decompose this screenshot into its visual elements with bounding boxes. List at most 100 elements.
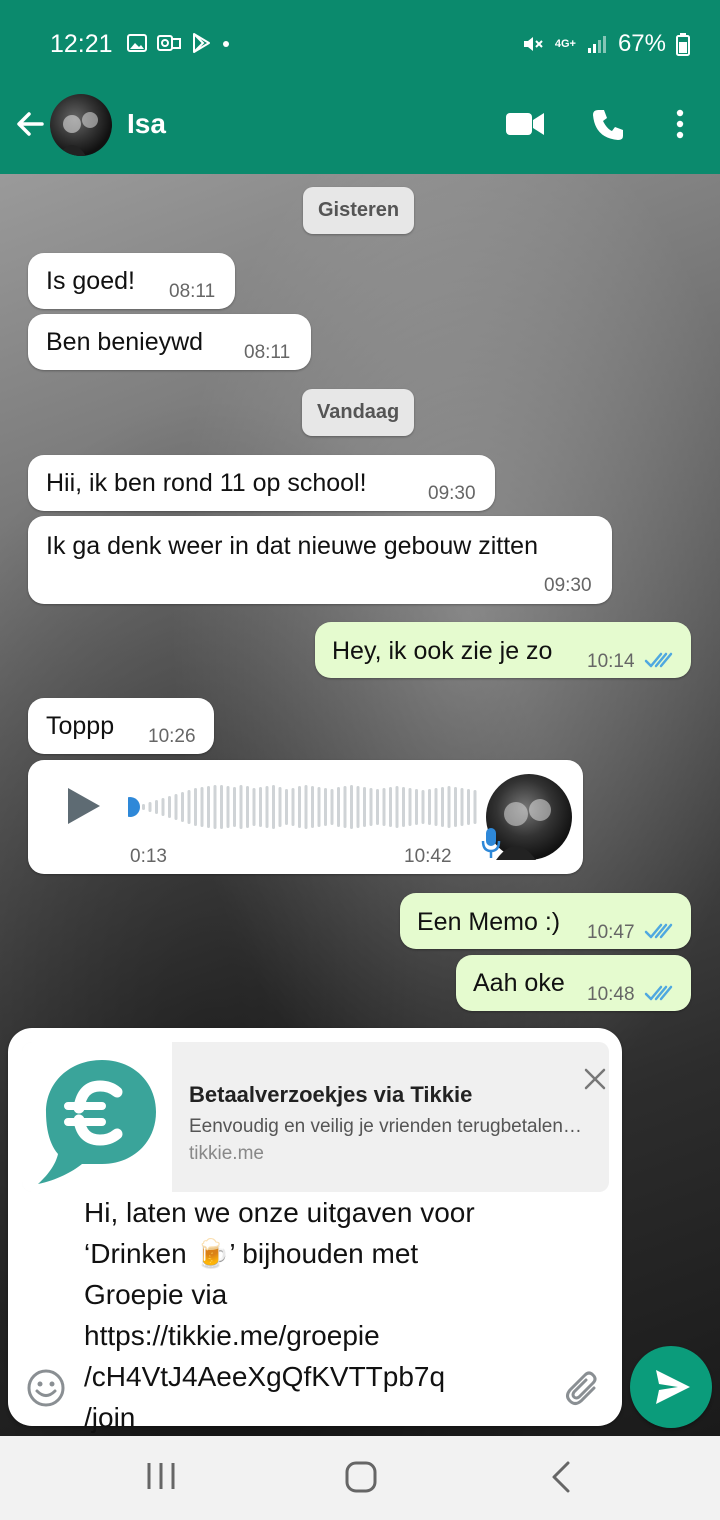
- status-time: 12:21: [50, 30, 113, 58]
- message-time: 10:47: [587, 922, 635, 943]
- tikkie-logo-icon: [38, 1060, 156, 1184]
- message-time: 10:14: [587, 651, 635, 672]
- link-preview-thumbnail: [22, 1042, 172, 1192]
- paperclip-icon[interactable]: [564, 1368, 604, 1408]
- waveform-bar: [207, 786, 210, 828]
- network-type: 4G+: [554, 37, 576, 50]
- waveform-bar: [311, 786, 314, 828]
- more-notifications-dot-icon: [223, 41, 229, 47]
- waveform-bar: [148, 802, 152, 812]
- waveform-bar: [428, 789, 431, 825]
- message-text: Een Memo :): [417, 908, 561, 936]
- message-time: 08:11: [169, 281, 216, 302]
- compose-box[interactable]: Betaalverzoekjes via Tikkie Eenvoudig en…: [8, 1028, 622, 1433]
- signal-icon: [587, 36, 606, 53]
- contact-name[interactable]: Isa: [127, 108, 166, 140]
- waveform-bar: [376, 789, 379, 825]
- voice-waveform[interactable]: [128, 784, 478, 830]
- voice-duration: 0:13: [130, 846, 167, 867]
- message-input[interactable]: Hi, laten we onze uitgaven voor ‘Drinken…: [84, 1192, 554, 1438]
- playback-progress-dot[interactable]: [128, 797, 140, 817]
- message-incoming[interactable]: Is goed! 08:11: [28, 253, 235, 309]
- waveform-bar: [317, 787, 321, 827]
- outlook-notification-icon: [157, 35, 181, 51]
- mute-icon: [523, 37, 543, 51]
- message-time: 09:30: [428, 483, 476, 504]
- waveform-bar: [421, 790, 425, 824]
- link-preview-card[interactable]: Betaalverzoekjes via Tikkie Eenvoudig en…: [22, 1042, 609, 1192]
- waveform-bar: [252, 788, 256, 826]
- waveform-bar: [161, 798, 165, 816]
- battery-icon: [676, 33, 690, 56]
- gallery-notification-icon: [127, 34, 147, 52]
- waveform-bar: [447, 786, 451, 828]
- message-time: 10:48: [587, 984, 635, 1005]
- read-ticks-icon: [644, 652, 673, 668]
- waveform-bar: [337, 787, 340, 827]
- message-time: 10:26: [148, 726, 196, 747]
- waveform-bar: [330, 789, 334, 825]
- waveform-bar: [350, 785, 353, 829]
- date-separator-yesterday: Gisteren: [303, 187, 415, 234]
- waveform-bar: [291, 788, 295, 826]
- voice-call-icon[interactable]: [590, 107, 626, 143]
- chat-header: Isa: [0, 92, 720, 174]
- send-button[interactable]: [630, 1346, 712, 1428]
- close-icon[interactable]: [582, 1066, 608, 1092]
- waveform-bar: [402, 787, 405, 827]
- message-incoming[interactable]: Hii, ik ben rond 11 op school! 09:30: [28, 455, 495, 511]
- waveform-bar: [415, 789, 418, 825]
- waveform-bar: [298, 786, 301, 828]
- link-preview-domain: tikkie.me: [189, 1143, 264, 1164]
- message-text: Ik ga denk weer in dat nieuwe gebouw zit…: [46, 532, 538, 560]
- waveform-bar: [246, 786, 249, 828]
- message-text: Is goed!: [46, 267, 135, 295]
- status-bar: 12:21 4G+ 67%: [0, 0, 720, 92]
- waveform-bar: [142, 804, 145, 810]
- waveform-bar: [460, 788, 464, 826]
- waveform-bar: [272, 785, 275, 829]
- emoji-icon[interactable]: [26, 1368, 66, 1408]
- message-incoming[interactable]: Ben benieywd 08:11: [28, 314, 311, 370]
- waveform-bar: [194, 788, 197, 826]
- contact-avatar[interactable]: [50, 94, 112, 156]
- recent-apps-icon[interactable]: [146, 1460, 176, 1492]
- more-options-icon[interactable]: [668, 106, 692, 142]
- message-incoming[interactable]: Ik ga denk weer in dat nieuwe gebouw zit…: [28, 516, 612, 604]
- video-call-icon[interactable]: [505, 110, 545, 138]
- waveform-bar: [233, 787, 236, 827]
- link-preview-description: Eenvoudig en veilig je vrienden terugbet…: [189, 1116, 582, 1137]
- nav-back-icon[interactable]: [548, 1460, 574, 1494]
- play-icon[interactable]: [64, 786, 104, 826]
- waveform-bar: [278, 787, 282, 827]
- message-text: Hii, ik ben rond 11 op school!: [46, 469, 367, 497]
- back-arrow-icon[interactable]: [12, 106, 48, 142]
- notification-icons: [126, 32, 232, 54]
- waveform-bar: [200, 787, 204, 827]
- waveform-bar: [168, 796, 171, 818]
- message-outgoing[interactable]: Hey, ik ook zie je zo 10:14: [315, 622, 691, 678]
- message-time: 08:11: [244, 342, 291, 363]
- waveform-bar: [369, 788, 373, 826]
- read-ticks-icon: [644, 985, 673, 1001]
- message-incoming[interactable]: Toppp 10:26: [28, 698, 214, 754]
- voice-message[interactable]: 0:13 10:42: [28, 760, 583, 874]
- message-outgoing[interactable]: Een Memo :) 10:47: [400, 893, 691, 949]
- system-nav-bar: [0, 1436, 720, 1520]
- microphone-icon: [481, 828, 501, 858]
- message-outgoing[interactable]: Aah oke 10:48: [456, 955, 691, 1011]
- waveform-bar: [441, 787, 444, 827]
- waveform-bar: [467, 789, 470, 825]
- waveform-bar: [434, 788, 438, 826]
- waveform-bar: [155, 800, 158, 814]
- read-ticks-icon: [644, 923, 673, 939]
- home-icon[interactable]: [344, 1460, 378, 1494]
- send-icon: [656, 1370, 690, 1404]
- message-text: Ben benieywd: [46, 328, 204, 356]
- waveform-bar: [356, 786, 360, 828]
- waveform-bar: [473, 790, 477, 824]
- waveform-bar: [259, 787, 262, 827]
- system-status-icons: 4G+ 67%: [521, 30, 690, 58]
- waveform-bar: [220, 785, 223, 829]
- battery-percent: 67%: [617, 30, 666, 57]
